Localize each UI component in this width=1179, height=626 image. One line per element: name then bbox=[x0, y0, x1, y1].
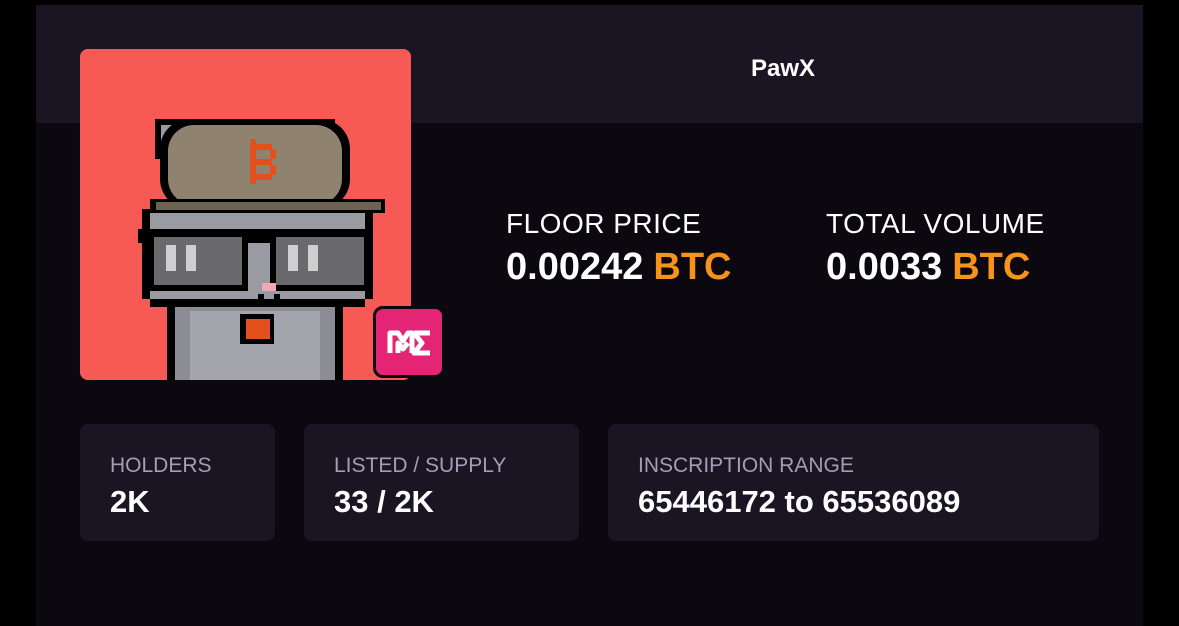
floor-price-currency: BTC bbox=[653, 246, 732, 288]
inscription-range-label: INSCRIPTION RANGE bbox=[638, 454, 854, 477]
holders-label: HOLDERS bbox=[110, 454, 212, 477]
total-volume-value: 0.0033 bbox=[826, 246, 943, 288]
total-volume-currency: BTC bbox=[952, 246, 1031, 288]
holders-box: HOLDERS 2K bbox=[80, 424, 275, 541]
floor-price-stat: FLOOR PRICE 0.00242 BTC bbox=[506, 208, 731, 289]
collection-name: PawX bbox=[751, 55, 816, 82]
magic-eden-icon bbox=[387, 330, 430, 356]
total-volume-stat: TOTAL VOLUME 0.0033 BTC bbox=[826, 208, 1045, 289]
floor-price-value-row: 0.00242 BTC bbox=[506, 246, 731, 289]
magic-eden-badge[interactable] bbox=[373, 306, 445, 378]
inscription-range-box: INSCRIPTION RANGE 65446172 to 65536089 bbox=[608, 424, 1099, 541]
total-volume-label: TOTAL VOLUME bbox=[826, 208, 1045, 239]
total-volume-value-row: 0.0033 BTC bbox=[826, 246, 1045, 289]
holders-value: 2K bbox=[110, 484, 150, 519]
floor-price-label: FLOOR PRICE bbox=[506, 208, 702, 239]
floor-price-value: 0.00242 bbox=[506, 246, 644, 288]
listed-supply-value: 33 / 2K bbox=[334, 484, 434, 519]
collection-card: PawX FLOOR PRICE 0.00242 BTC TOTAL VOLUM… bbox=[36, 5, 1143, 626]
collection-image[interactable] bbox=[80, 49, 411, 380]
listed-supply-box: LISTED / SUPPLY 33 / 2K bbox=[304, 424, 579, 541]
inscription-range-value: 65446172 to 65536089 bbox=[638, 484, 961, 519]
listed-supply-label: LISTED / SUPPLY bbox=[334, 454, 507, 477]
